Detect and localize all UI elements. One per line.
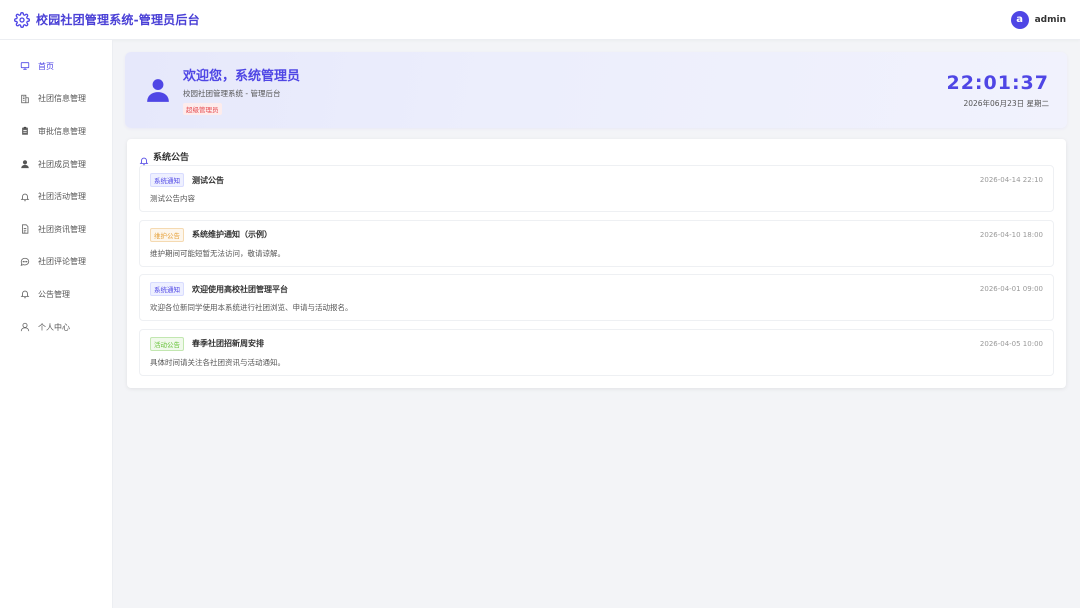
sidebar-item-profile[interactable]: 个人中心 (0, 311, 112, 344)
announcement-title: 测试公告 (192, 175, 224, 185)
sidebar-item-club-info[interactable]: 社团信息管理 (0, 83, 112, 116)
announcement-item[interactable]: 维护公告 系统维护通知（示例） 2026-04-10 18:00 维护期间可能短… (139, 219, 1054, 267)
avatar[interactable]: a (1010, 10, 1029, 29)
welcome-title: 欢迎您，系统管理员 (183, 69, 301, 84)
sidebar-item-label: 公告管理 (38, 289, 70, 299)
document-icon (20, 224, 30, 234)
announcement-item[interactable]: 系统通知 欢迎使用高校社团管理平台 2026-04-01 09:00 欢迎各位新… (139, 274, 1054, 321)
announcement-item[interactable]: 系统通知 测试公告 2026-04-14 22:10 测试公告内容 (139, 165, 1054, 212)
username[interactable]: admin (1035, 15, 1066, 25)
bell-icon (139, 151, 149, 166)
home-icon (20, 61, 30, 71)
sidebar-item-approval[interactable]: 审批信息管理 (0, 115, 112, 148)
user-icon (20, 159, 30, 169)
clock-date: 2026年06月23日 星期二 (963, 98, 1049, 108)
sidebar-item-news[interactable]: 社团资讯管理 (0, 213, 112, 246)
gear-icon (14, 11, 30, 28)
bell-icon (20, 289, 30, 299)
role-badge: 超级管理员 (183, 103, 222, 115)
sidebar-item-label: 审批信息管理 (38, 126, 86, 136)
sidebar-item-announcements[interactable]: 公告管理 (0, 278, 112, 311)
top-header: 校园社团管理系统-管理员后台 a admin (0, 0, 1080, 40)
sidebar-item-label: 首页 (38, 61, 54, 71)
clock: 22:01:37 2026年06月23日 星期二 (946, 72, 1049, 109)
welcome-card: 欢迎您，系统管理员 校园社团管理系统 - 管理后台 超级管理员 22:01:37… (125, 52, 1067, 128)
announcement-title: 春季社团招新周安排 (192, 339, 264, 348)
app-title: 校园社团管理系统-管理员后台 (36, 13, 200, 27)
announcement-tag: 活动公告 (150, 336, 184, 351)
building-icon (20, 94, 30, 104)
sidebar-item-label: 社团活动管理 (38, 192, 86, 202)
sidebar-item-comments[interactable]: 社团评论管理 (0, 246, 112, 279)
announcements-panel: 系统公告 系统通知 测试公告 2026-04-14 22:10 测试公告内容 维… (127, 139, 1066, 388)
sidebar-item-label: 社团资讯管理 (38, 224, 86, 234)
sidebar-item-label: 个人中心 (38, 322, 70, 332)
sidebar-item-label: 社团信息管理 (38, 94, 86, 104)
bell-icon (20, 192, 30, 202)
announcement-time: 2026-04-14 22:10 (979, 176, 1043, 184)
sidebar: 首页 社团信息管理 审批信息管理 社团成员管理 社团活动管理 社团资讯管理 社团… (0, 40, 113, 608)
clipboard-icon (20, 126, 30, 136)
user-menu[interactable]: a admin (1010, 10, 1066, 29)
announcement-tag: 系统通知 (150, 173, 184, 187)
person-outline-icon (20, 322, 30, 332)
sidebar-item-label: 社团评论管理 (38, 257, 86, 267)
user-icon (145, 77, 171, 103)
announcement-content: 测试公告内容 (150, 194, 195, 203)
welcome-subtitle: 校园社团管理系统 - 管理后台 (183, 89, 281, 98)
announcements-title: 系统公告 (153, 152, 190, 163)
announcement-time: 2026-04-01 09:00 (979, 285, 1043, 293)
comment-icon (20, 257, 30, 267)
announcement-content: 维护期间可能短暂无法访问，敬请谅解。 (150, 248, 285, 258)
sidebar-item-members[interactable]: 社团成员管理 (0, 148, 112, 181)
announcement-title: 系统维护通知（示例） (192, 230, 272, 239)
announcement-item[interactable]: 活动公告 春季社团招新周安排 2026-04-05 10:00 具体时间请关注各… (139, 328, 1054, 376)
announcement-tag: 系统通知 (150, 282, 184, 296)
announcements-header: 系统公告 (139, 149, 1054, 166)
announcement-tag: 维护公告 (150, 227, 184, 242)
clock-time: 22:01:37 (946, 71, 1049, 94)
announcement-title: 欢迎使用高校社团管理平台 (192, 284, 288, 294)
announcement-time: 2026-04-10 18:00 (979, 230, 1043, 239)
announcement-time: 2026-04-05 10:00 (979, 339, 1043, 348)
announcement-content: 具体时间请关注各社团资讯与活动通知。 (150, 357, 285, 367)
sidebar-item-activities[interactable]: 社团活动管理 (0, 180, 112, 213)
sidebar-item-home[interactable]: 首页 (0, 50, 112, 83)
announcement-content: 欢迎各位新同学使用本系统进行社团浏览、申请与活动报名。 (150, 303, 353, 312)
sidebar-item-label: 社团成员管理 (38, 159, 86, 169)
